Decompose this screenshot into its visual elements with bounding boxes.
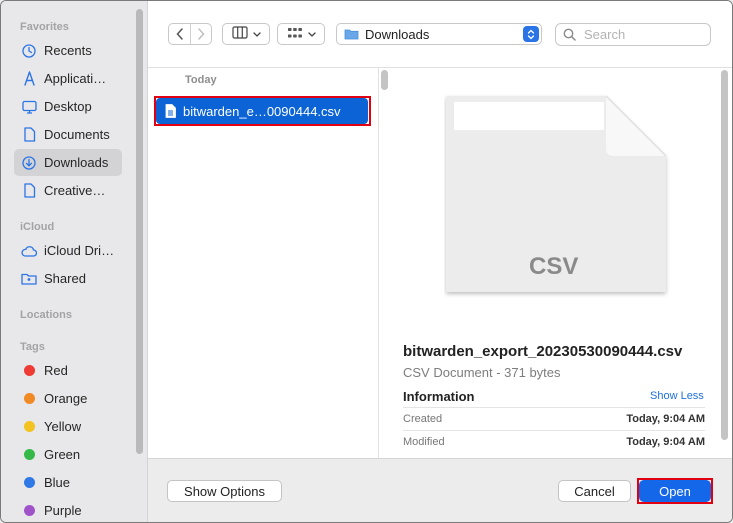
column-view-icon — [231, 26, 248, 42]
document-icon — [21, 183, 37, 199]
file-row-selected[interactable]: bitwarden_e…0090444.csv — [156, 98, 368, 124]
csv-file-icon — [165, 104, 176, 118]
sidebar-section-favorites: Favorites — [20, 21, 69, 33]
sidebar-item-label: Orange — [44, 391, 88, 406]
file-open-dialog: Favorites Recents Applicati… Desktop Doc… — [0, 0, 733, 523]
sidebar-tag-green[interactable]: Green — [14, 441, 122, 468]
sidebar-item-label: Purple — [44, 503, 82, 518]
sidebar: Favorites Recents Applicati… Desktop Doc… — [1, 1, 148, 522]
sidebar-item-icloud-drive[interactable]: iCloud Dri… — [14, 237, 122, 264]
shared-folder-icon — [21, 271, 37, 287]
sidebar-scrollbar[interactable] — [136, 9, 143, 454]
sidebar-item-downloads[interactable]: Downloads — [14, 149, 122, 176]
sidebar-item-label: Green — [44, 447, 81, 462]
red-tag-dot-icon — [24, 365, 35, 376]
sidebar-item-label: Creative… — [44, 183, 106, 198]
chevron-down-icon — [252, 27, 261, 41]
info-label: Modified — [403, 436, 445, 448]
green-tag-dot-icon — [24, 449, 35, 460]
nav-buttons — [168, 23, 212, 45]
sidebar-tag-red[interactable]: Red — [14, 357, 122, 384]
show-options-button[interactable]: Show Options — [167, 480, 282, 502]
yellow-tag-dot-icon — [24, 421, 35, 432]
info-label: Created — [403, 413, 443, 425]
preview-filename: bitwarden_export_20230530090444.csv — [403, 343, 683, 360]
search-icon — [563, 28, 576, 41]
sidebar-item-recents[interactable]: Recents — [14, 37, 122, 64]
sidebar-item-label: Recents — [44, 43, 92, 58]
sidebar-item-label: Red — [44, 363, 68, 378]
sidebar-section-icloud: iCloud — [20, 221, 55, 233]
grid-icon — [287, 27, 303, 42]
file-name: bitwarden_e…0090444.csv — [183, 103, 341, 119]
view-mode-button[interactable] — [222, 23, 270, 45]
sidebar-item-label: Documents — [44, 127, 110, 142]
column-scrollbar[interactable] — [381, 70, 388, 90]
info-value: Today, 9:04 AM — [626, 413, 705, 425]
sidebar-tag-purple[interactable]: Purple — [14, 497, 122, 522]
sidebar-section-tags: Tags — [20, 341, 45, 353]
chevron-down-icon — [307, 27, 316, 41]
location-popup[interactable]: Downloads — [336, 23, 542, 45]
information-header: Information — [403, 389, 475, 404]
sidebar-item-label: Blue — [44, 475, 71, 490]
toolbar: Downloads — [148, 1, 732, 68]
file-column: Today bitwarden_e…0090444.csv — [148, 68, 388, 458]
search-input[interactable] — [582, 26, 706, 43]
chevron-right-icon[interactable] — [191, 24, 211, 44]
show-less-link[interactable]: Show Less — [650, 390, 704, 402]
cloud-icon — [21, 243, 37, 259]
info-value: Today, 9:04 AM — [626, 436, 705, 448]
sidebar-tag-blue[interactable]: Blue — [14, 469, 122, 496]
chevron-left-icon[interactable] — [169, 24, 192, 44]
sidebar-item-shared[interactable]: Shared — [14, 265, 122, 292]
sidebar-item-label: Downloads — [44, 155, 109, 170]
sidebar-item-label: iCloud Dri… — [44, 243, 115, 258]
sidebar-item-applications[interactable]: Applicati… — [14, 65, 122, 92]
preview-scrollbar[interactable] — [721, 70, 728, 440]
preview-pane: CSV bitwarden_export_20230530090444.csv … — [392, 68, 732, 458]
clock-icon — [21, 43, 37, 59]
sidebar-item-documents[interactable]: Documents — [14, 121, 122, 148]
sidebar-item-desktop[interactable]: Desktop — [14, 93, 122, 120]
sidebar-tag-yellow[interactable]: Yellow — [14, 413, 122, 440]
preview-kind: CSV Document - 371 bytes — [403, 365, 561, 380]
stepper-icon — [523, 26, 539, 42]
open-button[interactable]: Open — [639, 480, 711, 502]
sidebar-item-label: Yellow — [44, 419, 82, 434]
document-icon — [21, 127, 37, 143]
group-button[interactable] — [277, 23, 325, 45]
applications-icon — [21, 71, 37, 87]
search-field[interactable] — [555, 23, 711, 46]
info-row-created: Created Today, 9:04 AM — [403, 407, 705, 430]
sidebar-item-label: Applicati… — [44, 71, 107, 86]
sidebar-item-label: Shared — [44, 271, 86, 286]
thumbnail-label: CSV — [529, 253, 579, 280]
sidebar-item-creative[interactable]: Creative… — [14, 177, 122, 204]
location-label: Downloads — [365, 26, 430, 42]
sidebar-tag-orange[interactable]: Orange — [14, 385, 122, 412]
cancel-button[interactable]: Cancel — [558, 480, 631, 502]
dialog-footer: Show Options Cancel Open — [148, 458, 732, 522]
folder-icon — [344, 28, 359, 40]
sidebar-section-locations: Locations — [20, 309, 72, 321]
orange-tag-dot-icon — [24, 393, 35, 404]
sidebar-item-label: Desktop — [44, 99, 92, 114]
info-row-modified: Modified Today, 9:04 AM — [403, 430, 705, 453]
desktop-icon — [21, 99, 37, 115]
column-section-today: Today — [185, 74, 217, 86]
blue-tag-dot-icon — [24, 477, 35, 488]
downloads-icon — [21, 155, 37, 171]
purple-tag-dot-icon — [24, 505, 35, 516]
